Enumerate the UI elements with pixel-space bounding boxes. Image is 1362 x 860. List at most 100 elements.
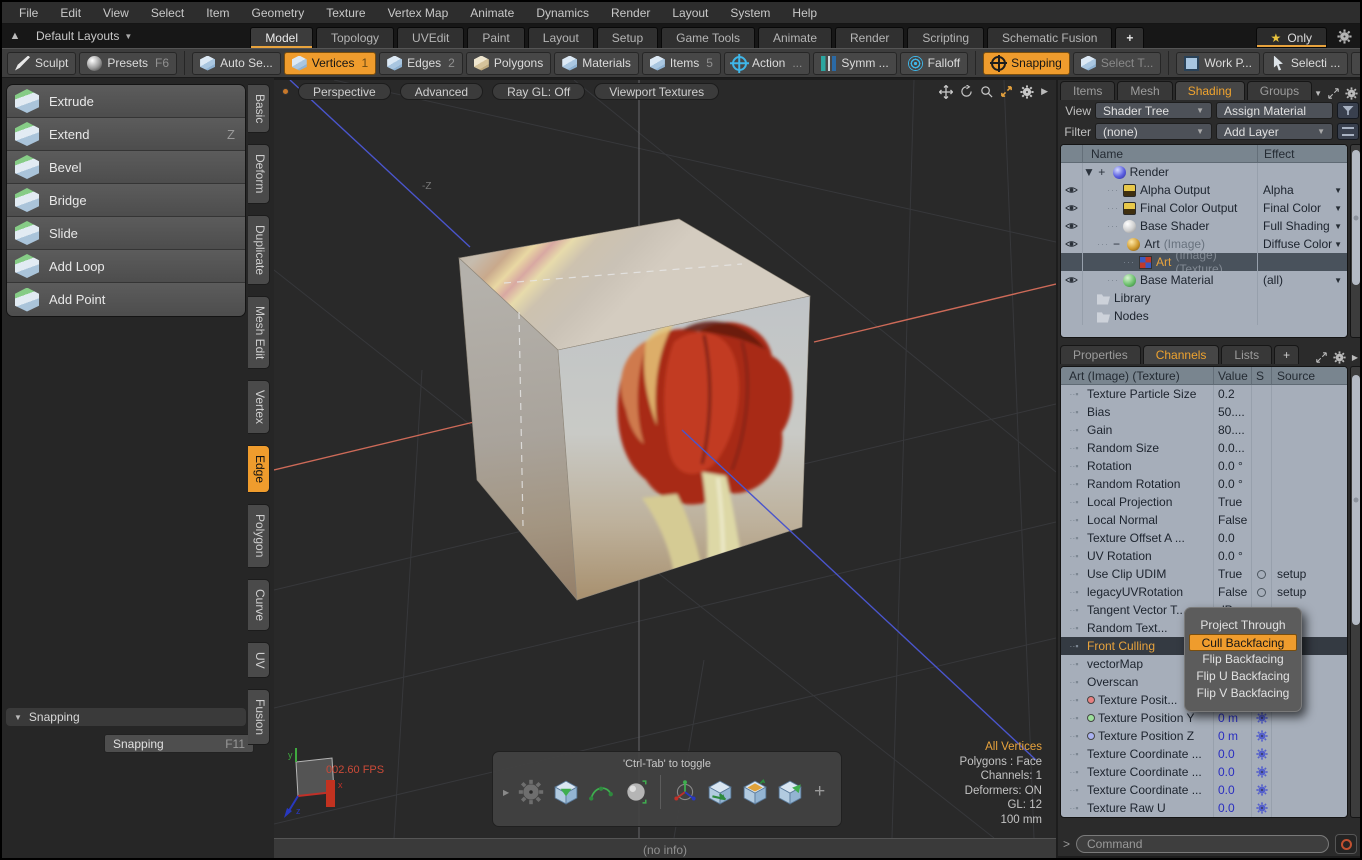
- maximize-icon[interactable]: [1000, 85, 1013, 98]
- expand-arrow-icon[interactable]: ▶: [1041, 86, 1048, 97]
- tool-button[interactable]: Bevel: [7, 151, 245, 184]
- toolbar-button[interactable]: Polygons: [466, 52, 551, 75]
- context-menu-item[interactable]: Project Through: [1189, 617, 1297, 634]
- gear-icon[interactable]: [518, 779, 544, 805]
- channel-row[interactable]: ··▪ Local Projection True: [1061, 493, 1347, 511]
- only-toggle[interactable]: ★ Only: [1256, 27, 1327, 48]
- channel-row[interactable]: ··▪ Texture Coordinate ... 0.0: [1061, 781, 1347, 799]
- context-menu-item[interactable]: Flip V Backfacing: [1189, 685, 1297, 702]
- channel-row[interactable]: ··▪ Random Rotation 0.0 °: [1061, 475, 1347, 493]
- tool-category-tab[interactable]: Mesh Edit: [248, 296, 270, 369]
- panel-tab[interactable]: Shading: [1175, 81, 1245, 100]
- panel-tab[interactable]: Properties: [1060, 345, 1141, 364]
- toolbar-button[interactable]: Edges 2: [379, 52, 463, 75]
- layout-tab[interactable]: Animate: [758, 27, 832, 48]
- layout-tab[interactable]: Scripting: [907, 27, 984, 48]
- tool-button[interactable]: Extend Z: [7, 118, 245, 151]
- menu-item[interactable]: Animate: [459, 4, 525, 22]
- cube-face-icon[interactable]: [742, 779, 768, 805]
- tool-category-tab[interactable]: Curve: [248, 579, 270, 631]
- shader-tree-row[interactable]: Nodes ▼: [1061, 307, 1347, 325]
- eye-icon[interactable]: [1065, 203, 1078, 213]
- layout-tab[interactable]: +: [1115, 27, 1144, 48]
- toolbar-button[interactable]: Auto Se...: [192, 52, 281, 75]
- zoom-icon[interactable]: [980, 85, 993, 98]
- view-mode-dropdown[interactable]: Shader Tree▼: [1095, 102, 1212, 119]
- add-icon[interactable]: +: [814, 781, 825, 803]
- gear-icon[interactable]: [1337, 29, 1352, 44]
- layout-tab[interactable]: Layout: [528, 27, 594, 48]
- channel-row[interactable]: ··▪ Local Normal False: [1061, 511, 1347, 529]
- channel-row[interactable]: ··▪ legacyUVRotation False setup: [1061, 583, 1347, 601]
- menu-item[interactable]: Help: [781, 4, 828, 22]
- collapse-panels-icon[interactable]: ▲: [2, 30, 28, 42]
- channel-row[interactable]: ··▪ Texture Offset A ... 0.0: [1061, 529, 1347, 547]
- shader-tree-row[interactable]: ··· Final Color Output Final Color ▼: [1061, 199, 1347, 217]
- layouts-dropdown[interactable]: Default Layouts ▼: [36, 29, 132, 43]
- layout-tab[interactable]: Setup: [597, 27, 658, 48]
- axes-icon[interactable]: [672, 779, 698, 805]
- cube-arrow-icon[interactable]: [707, 779, 733, 805]
- channel-row[interactable]: ··▪ Texture Particle Size 0.2: [1061, 385, 1347, 403]
- settings-icon[interactable]: [1020, 85, 1034, 99]
- chevron-down-icon[interactable]: ▼: [1334, 204, 1342, 213]
- tool-category-tab[interactable]: Basic: [248, 84, 270, 133]
- filter-dropdown[interactable]: (none)▼: [1095, 123, 1212, 140]
- toolbar-button[interactable]: Materials: [554, 52, 639, 75]
- expand-panel-icon[interactable]: [1316, 352, 1327, 363]
- menu-item[interactable]: File: [8, 4, 49, 22]
- tool-button[interactable]: Extrude: [7, 85, 245, 118]
- tool-category-tab[interactable]: Polygon: [248, 504, 270, 567]
- shader-tree-row[interactable]: ··· − Art (Image) Diffuse Color ▼: [1061, 235, 1347, 253]
- envelope-gear-icon[interactable]: [1256, 712, 1268, 724]
- eye-icon[interactable]: [1065, 275, 1078, 285]
- channel-row[interactable]: ··▪ Random Size 0.0...: [1061, 439, 1347, 457]
- channel-row[interactable]: ··▪ UV Rotation 0.0 °: [1061, 547, 1347, 565]
- menu-item[interactable]: Geometry: [241, 4, 316, 22]
- channel-row[interactable]: ··▪ Texture Coordinate ... 0.0: [1061, 745, 1347, 763]
- tool-button[interactable]: Bridge: [7, 184, 245, 217]
- toolbar-button[interactable]: Items 5: [642, 52, 721, 75]
- panel-tab[interactable]: Mesh ...: [1117, 81, 1172, 100]
- menu-item[interactable]: System: [719, 4, 781, 22]
- viewport-header-button[interactable]: Perspective: [298, 83, 391, 100]
- layers-icon[interactable]: [1337, 123, 1359, 140]
- eye-icon[interactable]: [1065, 221, 1078, 231]
- toolbar-button[interactable]: Vertices 1: [284, 52, 376, 75]
- panel-tab[interactable]: Groups: [1247, 81, 1312, 100]
- menu-item[interactable]: Layout: [661, 4, 719, 22]
- layout-tab[interactable]: Model: [250, 27, 313, 48]
- channel-row[interactable]: ··▪ Texture Coordinate ... 0.0: [1061, 763, 1347, 781]
- envelope-gear-icon[interactable]: [1256, 748, 1268, 760]
- toolbar-button[interactable]: Selecti ...: [1263, 52, 1348, 75]
- viewport-header-button[interactable]: Advanced: [400, 83, 483, 100]
- viewport-3d[interactable]: y x z Perspective Advanced Ray GL: Off V…: [274, 80, 1056, 838]
- layout-tab[interactable]: Schematic Fusion: [987, 27, 1112, 48]
- shader-tree-row[interactable]: ··· Art (Image) (Texture) ▼: [1061, 253, 1347, 271]
- chevron-down-icon[interactable]: ▼: [1334, 186, 1342, 195]
- layout-tab[interactable]: Render: [835, 27, 904, 48]
- shader-tree-scrollbar[interactable]: [1350, 144, 1362, 338]
- toolbar-button[interactable]: Action ...: [724, 52, 810, 75]
- envelope-gear-icon[interactable]: [1256, 802, 1268, 814]
- chevron-down-icon[interactable]: ▼: [1334, 276, 1342, 285]
- envelope-gear-icon[interactable]: [1256, 784, 1268, 796]
- channel-row[interactable]: ··▪ Texture Raw U 0.0: [1061, 799, 1347, 817]
- setup-circle-icon[interactable]: [1257, 570, 1266, 579]
- shader-tree-row[interactable]: ··· Base Shader Full Shading ▼: [1061, 217, 1347, 235]
- tool-category-tab[interactable]: Duplicate: [248, 215, 270, 285]
- channel-row[interactable]: ··▪ Gain 80....: [1061, 421, 1347, 439]
- shader-tree-row[interactable]: Library ▼: [1061, 289, 1347, 307]
- setup-circle-icon[interactable]: [1257, 588, 1266, 597]
- add-layer-dropdown[interactable]: Add Layer▼: [1216, 123, 1333, 140]
- tool-button[interactable]: Add Loop: [7, 250, 245, 283]
- expand-arrow-icon[interactable]: ▶: [1352, 353, 1358, 362]
- eye-icon[interactable]: [1065, 185, 1078, 195]
- menu-item[interactable]: Edit: [49, 4, 92, 22]
- envelope-gear-icon[interactable]: [1256, 766, 1268, 778]
- channel-row[interactable]: ··▪ Use Clip UDIM True setup: [1061, 565, 1347, 583]
- menu-item[interactable]: Item: [195, 4, 240, 22]
- orbit-icon[interactable]: [960, 85, 973, 98]
- panel-tab[interactable]: Lists: [1221, 345, 1272, 364]
- context-menu-item[interactable]: Cull Backfacing: [1189, 634, 1297, 651]
